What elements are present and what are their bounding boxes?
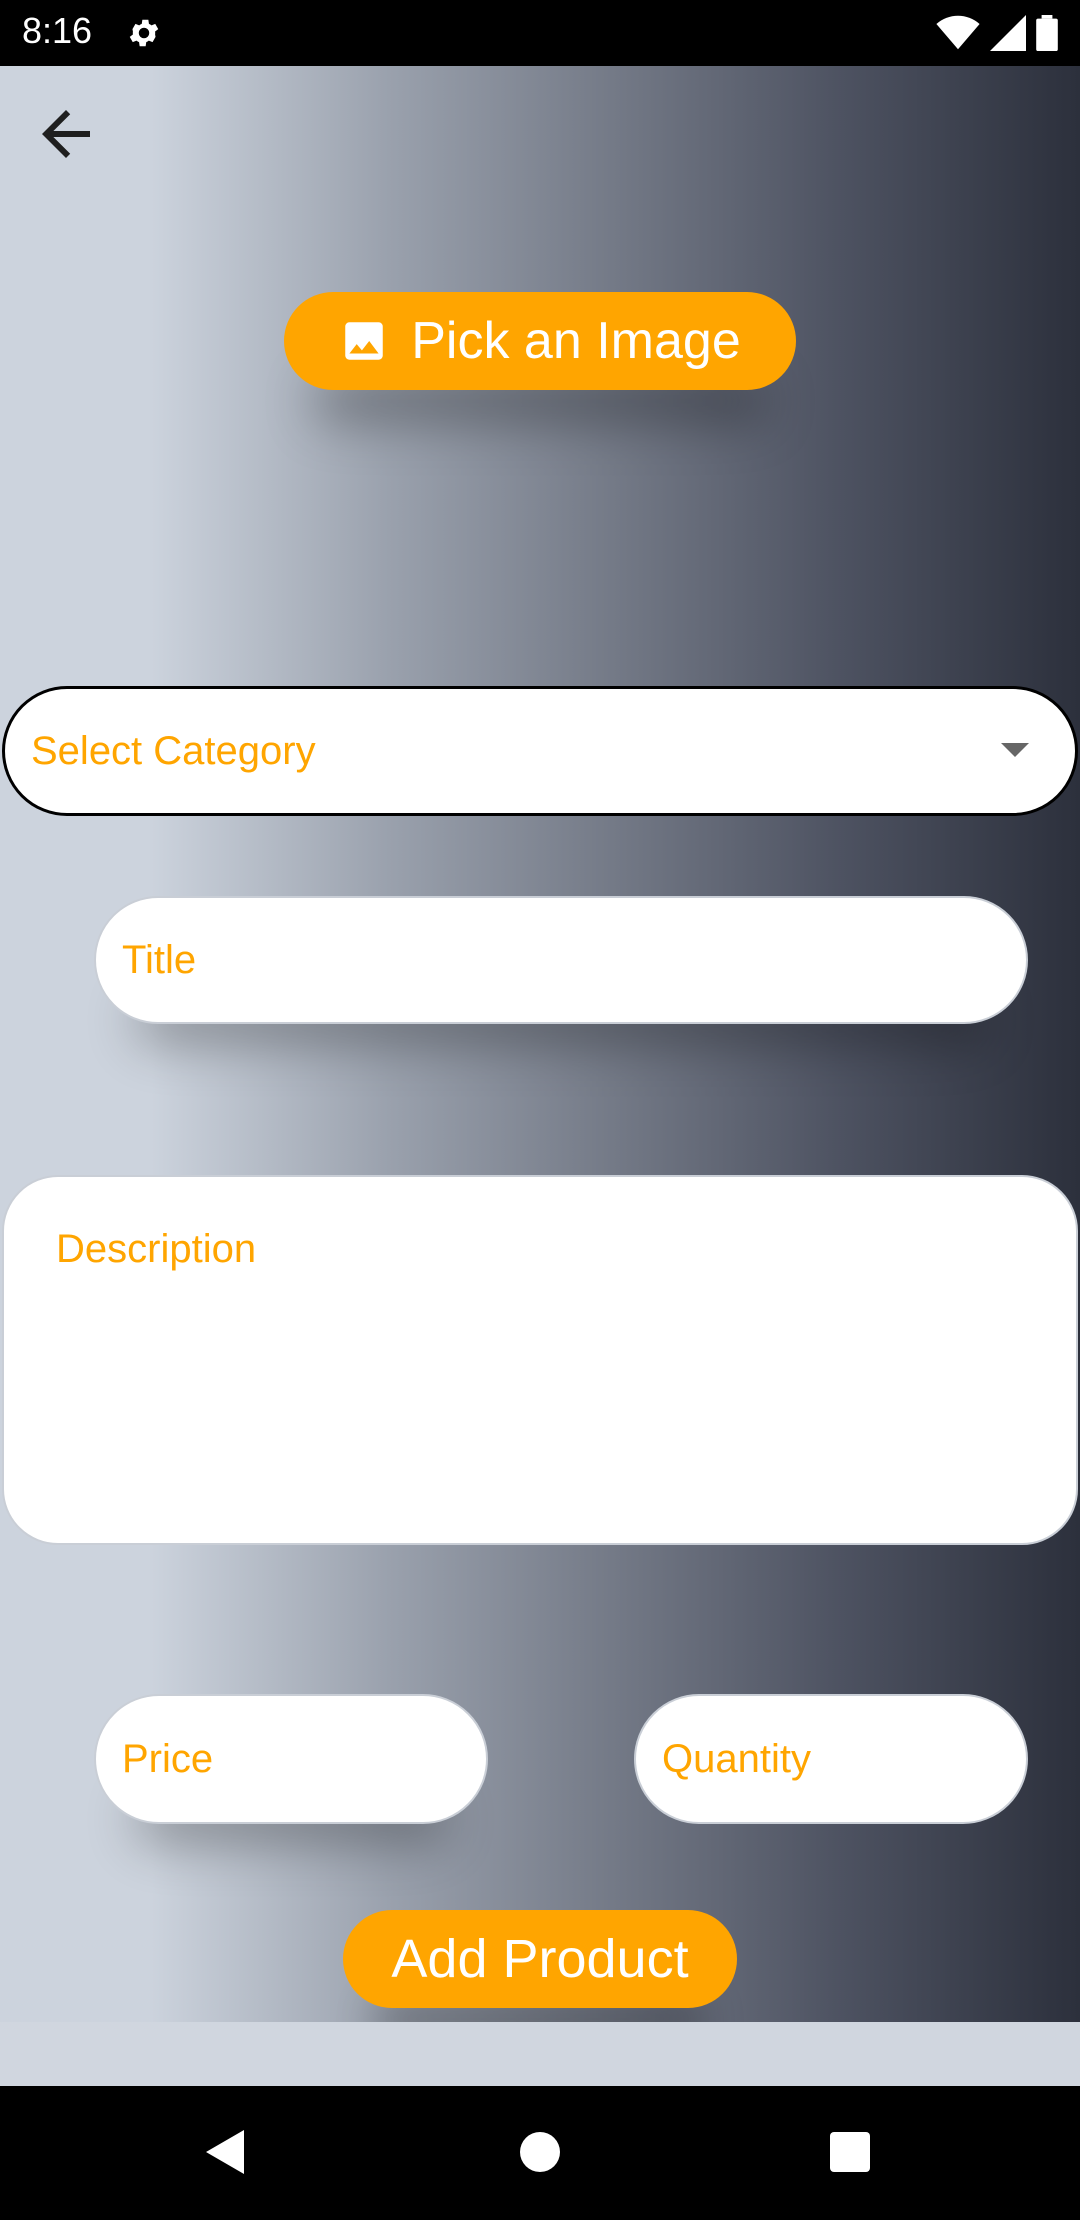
price-input[interactable]: Price — [94, 1694, 488, 1824]
image-icon — [345, 322, 383, 360]
bottom-strip — [0, 2022, 1080, 2086]
pick-image-label: Pick an Image — [411, 312, 741, 370]
description-input[interactable]: Description — [2, 1175, 1078, 1545]
signal-icon — [990, 15, 1026, 51]
status-icons — [936, 14, 1058, 52]
category-select[interactable]: Select Category — [2, 686, 1078, 816]
arrow-left-icon[interactable] — [30, 98, 102, 170]
wifi-icon — [936, 15, 980, 50]
back-triangle-icon[interactable] — [206, 2130, 244, 2174]
title-placeholder: Title — [122, 937, 197, 982]
pick-image-button[interactable]: Pick an Image — [284, 292, 796, 390]
category-placeholder: Select Category — [31, 728, 316, 773]
title-input[interactable]: Title — [94, 896, 1028, 1024]
add-product-label: Add Product — [391, 1929, 689, 1989]
quantity-input[interactable]: Quantity — [634, 1694, 1028, 1824]
description-placeholder: Description — [56, 1227, 257, 1271]
battery-icon — [1036, 15, 1058, 51]
add-product-button[interactable]: Add Product — [343, 1910, 737, 2008]
dropdown-arrow-icon — [1001, 743, 1029, 757]
status-bar: 8:16 — [0, 0, 1080, 66]
status-time: 8:16 — [22, 10, 93, 51]
home-circle-icon[interactable] — [520, 2132, 560, 2172]
gear-icon — [129, 19, 159, 47]
price-placeholder: Price — [122, 1736, 214, 1781]
recents-square-icon[interactable] — [830, 2132, 870, 2172]
quantity-placeholder: Quantity — [662, 1736, 811, 1781]
